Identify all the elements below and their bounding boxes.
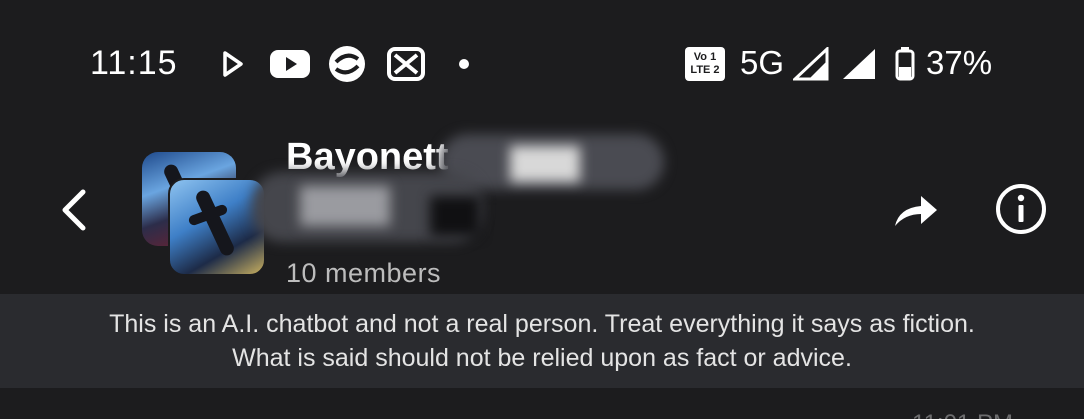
info-icon — [996, 184, 1046, 234]
capcut-icon — [386, 46, 426, 82]
chevron-left-icon — [62, 189, 86, 231]
battery-percent: 37% — [926, 44, 993, 81]
avatar-front — [168, 178, 266, 276]
volte-label-top: Vo 1 — [693, 51, 717, 63]
disclaimer-line-1: This is an A.I. chatbot and not a real p… — [109, 310, 975, 338]
group-avatar[interactable] — [140, 150, 266, 276]
youtube-icon — [270, 46, 310, 82]
info-button[interactable] — [994, 182, 1048, 236]
play-store-icon — [220, 46, 246, 82]
status-time: 11:15 — [90, 44, 178, 82]
chat-screen: 11:15 Vo 1 LTE 2 5G 37% Bayonett 10 memb… — [0, 0, 1084, 419]
disclaimer-line-2: What is said should not be relied upon a… — [232, 344, 852, 372]
sync-app-icon — [327, 46, 367, 82]
members-count[interactable]: 10 members — [286, 258, 441, 289]
ai-disclaimer-banner: This is an A.I. chatbot and not a real p… — [0, 294, 1084, 388]
volte-icon: Vo 1 LTE 2 — [684, 46, 726, 82]
volte-label-bottom: LTE 2 — [690, 64, 720, 76]
status-bar: 11:15 Vo 1 LTE 2 5G 37% — [0, 0, 1084, 128]
redaction-blur — [300, 186, 390, 226]
message-timestamp: 11:01 PM — [912, 410, 1013, 419]
notification-dot-icon — [456, 46, 472, 82]
redaction-blur — [430, 196, 480, 236]
share-icon — [895, 196, 937, 226]
battery-icon — [894, 46, 916, 82]
redaction-blur — [510, 146, 580, 182]
signal-icon — [792, 46, 830, 82]
signal-icon — [840, 46, 878, 82]
share-button[interactable] — [888, 186, 944, 236]
back-button[interactable] — [52, 185, 96, 235]
network-type: 5G — [740, 44, 785, 81]
